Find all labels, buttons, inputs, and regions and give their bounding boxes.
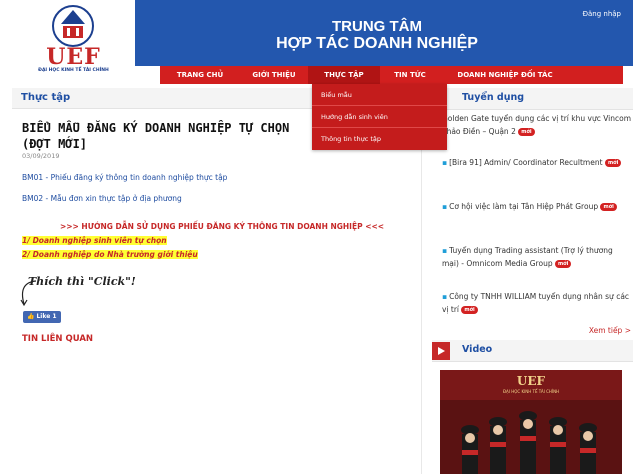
nav-item-partners[interactable]: DOANH NGHIỆP ĐỐI TÁC [440, 66, 570, 84]
nav-item-about[interactable]: GIỚI THIỆU [240, 66, 308, 84]
job-item[interactable]: ▪ Công ty TNHH WILLIAM tuyển dụng nhân sự… [442, 290, 632, 316]
recruit-title[interactable]: Tuyển dụng [462, 92, 524, 103]
bullet-icon: ▪ [442, 158, 448, 167]
video-logo-text: UEF [516, 374, 546, 388]
site-header: UEF ĐẠI HỌC KINH TẾ TÀI CHÍNH TRUNG TÂM … [0, 0, 633, 84]
login-link[interactable]: Đăng nhập [583, 10, 621, 18]
job-title: [Bira 91] Admin/ Coordinator Recultment [449, 158, 603, 167]
click-prompt: Thích thì "Click"! [28, 275, 136, 288]
video-header: Video [432, 340, 633, 362]
bullet-icon: ▪ [442, 246, 448, 255]
main-nav: TRANG CHỦ GIỚI THIỆU THỰC TẬP TIN TỨC DO… [160, 66, 623, 84]
site-title-line1: TRUNG TÂM [332, 18, 422, 35]
nav-item-news[interactable]: TIN TỨC [380, 66, 440, 84]
job-title: Golden Gate tuyển dụng các vị trí khu vự… [442, 114, 632, 136]
logo-emblem-icon [52, 5, 94, 47]
recruit-header: Tuyển dụng [432, 88, 633, 110]
nav-item-home[interactable]: TRANG CHỦ [160, 66, 240, 84]
play-icon [438, 347, 445, 355]
doc-link-bm01[interactable]: BM01 - Phiếu đăng ký thông tin doanh ngh… [22, 173, 227, 182]
dropdown-item-forms[interactable]: Biểu mẫu [312, 84, 447, 106]
dropdown-item-internship-info[interactable]: Thông tin thực tập [312, 128, 447, 150]
see-more-link[interactable]: Xem tiếp > [589, 326, 631, 335]
job-title: Tuyển dụng Trading assistant (Trợ lý thư… [442, 246, 613, 268]
article-title: BIỂU MẪU ĐĂNG KÝ DOANH NGHIỆP TỰ CHỌN (Đ… [22, 121, 290, 151]
new-badge: mới [518, 128, 535, 136]
new-badge: mới [461, 306, 478, 314]
play-icon-box [432, 342, 450, 360]
new-badge: mới [554, 260, 572, 268]
guide-heading: >>> HƯỚNG DẪN SỬ DỤNG PHIẾU ĐĂNG KÝ THÔN… [59, 222, 385, 231]
job-title: Cơ hội việc làm tại Tân Hiệp Phát Group [449, 202, 599, 211]
new-badge: mới [604, 159, 622, 167]
section-title[interactable]: Thực tập [21, 92, 70, 103]
article-date: 03/09/2019 [22, 152, 60, 160]
video-title[interactable]: Video [462, 344, 492, 355]
option-self-selected[interactable]: 1/ Doanh nghiệp sinh viên tự chọn [22, 236, 167, 245]
nav-item-internship[interactable]: THỰC TẬP [308, 66, 380, 84]
site-logo[interactable]: UEF ĐẠI HỌC KINH TẾ TÀI CHÍNH [12, 0, 135, 84]
job-item[interactable]: ▪ Cơ hội việc làm tại Tân Hiệp Phát Group… [442, 200, 632, 213]
video-thumbnail[interactable]: UEF ĐẠI HỌC KINH TẾ TÀI CHÍNH [440, 370, 622, 474]
internship-dropdown: Biểu mẫu Hướng dẫn sinh viên Thông tin t… [312, 84, 447, 150]
site-title: TRUNG TÂM HỢP TÁC DOANH NGHIỆP [135, 18, 619, 53]
sidebar: Tuyển dụng Golden Gate tuyển dụng các vị… [432, 84, 633, 474]
thumbs-up-icon: 👍 [27, 313, 35, 320]
related-news-heading: TIN LIÊN QUAN [22, 334, 94, 344]
dropdown-item-student-guide[interactable]: Hướng dẫn sinh viên [312, 106, 447, 128]
bullet-icon: ▪ [442, 202, 448, 211]
bullet-icon: ▪ [442, 292, 448, 301]
job-item[interactable]: ▪ [Bira 91] Admin/ Coordinator Recultment… [442, 156, 632, 169]
doc-link-bm02[interactable]: BM02 - Mẫu đơn xin thực tập ở địa phương [22, 194, 182, 203]
video-logo-subtitle: ĐẠI HỌC KINH TẾ TÀI CHÍNH [502, 389, 560, 394]
site-title-line2: HỢP TÁC DOANH NGHIỆP [276, 35, 478, 52]
new-badge: mới [600, 203, 617, 211]
logo-text: UEF [46, 44, 101, 70]
facebook-like-button[interactable]: 👍 Like 1 [23, 311, 61, 323]
job-item[interactable]: ▪ Tuyển dụng Trading assistant (Trợ lý th… [442, 244, 632, 270]
job-item[interactable]: Golden Gate tuyển dụng các vị trí khu vự… [442, 112, 632, 138]
option-school-introduced[interactable]: 2/ Doanh nghiệp do Nhà trường giới thiệu [22, 250, 198, 259]
logo-subtitle: ĐẠI HỌC KINH TẾ TÀI CHÍNH [38, 68, 109, 73]
like-label: Like 1 [36, 313, 57, 320]
